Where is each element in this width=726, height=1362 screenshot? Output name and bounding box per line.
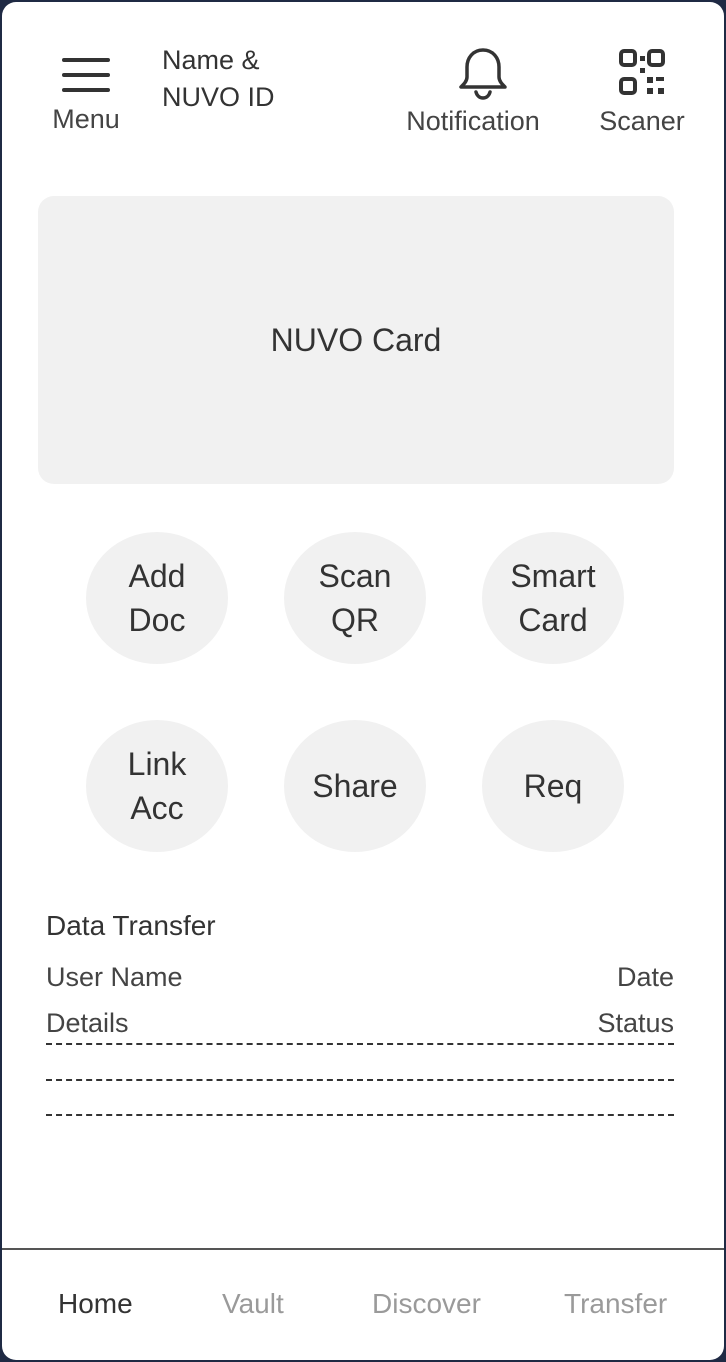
profile-id-line2: NUVO ID <box>162 82 275 112</box>
action-label-line2: Acc <box>130 790 184 826</box>
transfer-placeholder-row <box>46 1079 674 1081</box>
nav-discover[interactable]: Discover <box>372 1288 481 1320</box>
user-name-label: User Name <box>46 962 183 992</box>
action-label-line1: Scan <box>318 558 392 594</box>
transfer-row-header: User Name Date <box>46 962 674 998</box>
scan-qr-button[interactable]: Scan QR <box>284 532 426 664</box>
nuvo-card[interactable]: NUVO Card <box>38 196 674 484</box>
details-label: Details <box>46 1008 129 1038</box>
nav-vault[interactable]: Vault <box>222 1288 284 1320</box>
action-label-line2: QR <box>331 602 379 638</box>
transfer-placeholder-row <box>46 1114 674 1116</box>
action-label-line2: Card <box>518 602 588 638</box>
menu-label: Menu <box>52 104 120 134</box>
profile-name-line1: Name & <box>162 45 260 75</box>
nav-home[interactable]: Home <box>58 1288 133 1320</box>
notification-button[interactable]: Notification <box>398 46 548 142</box>
qr-code-icon <box>619 49 665 95</box>
action-label: Req <box>523 768 583 804</box>
action-label-line1: Link <box>127 746 187 782</box>
date-label: Date <box>616 962 674 992</box>
data-transfer-title: Data Transfer <box>46 910 216 941</box>
nuvo-card-label: NUVO Card <box>270 321 442 358</box>
bell-icon <box>459 48 507 100</box>
menu-button[interactable]: Menu <box>42 52 130 136</box>
profile-name[interactable]: Name & NUVO ID <box>162 42 322 116</box>
status-label: Status <box>597 1008 674 1038</box>
link-acc-button[interactable]: Link Acc <box>86 720 228 852</box>
action-label-line1: Add <box>128 558 186 594</box>
hamburger-icon <box>62 56 110 92</box>
action-label: Share <box>312 768 398 804</box>
transfer-placeholder-row <box>46 1043 674 1045</box>
bottom-nav-divider <box>2 1248 724 1250</box>
nav-transfer[interactable]: Transfer <box>564 1288 667 1320</box>
app-screen: Menu Name & NUVO ID Notification Scaner … <box>2 2 724 1360</box>
share-button[interactable]: Share <box>284 720 426 852</box>
action-label-line2: Doc <box>128 602 186 638</box>
add-doc-button[interactable]: Add Doc <box>86 532 228 664</box>
action-label-line1: Smart <box>510 558 596 594</box>
transfer-row-subheader: Details Status <box>46 1008 674 1044</box>
req-button[interactable]: Req <box>482 720 624 852</box>
smart-card-button[interactable]: Smart Card <box>482 532 624 664</box>
scanner-button[interactable]: Scaner <box>592 46 692 142</box>
scanner-label: Scaner <box>599 106 685 136</box>
notification-label: Notification <box>406 106 540 136</box>
